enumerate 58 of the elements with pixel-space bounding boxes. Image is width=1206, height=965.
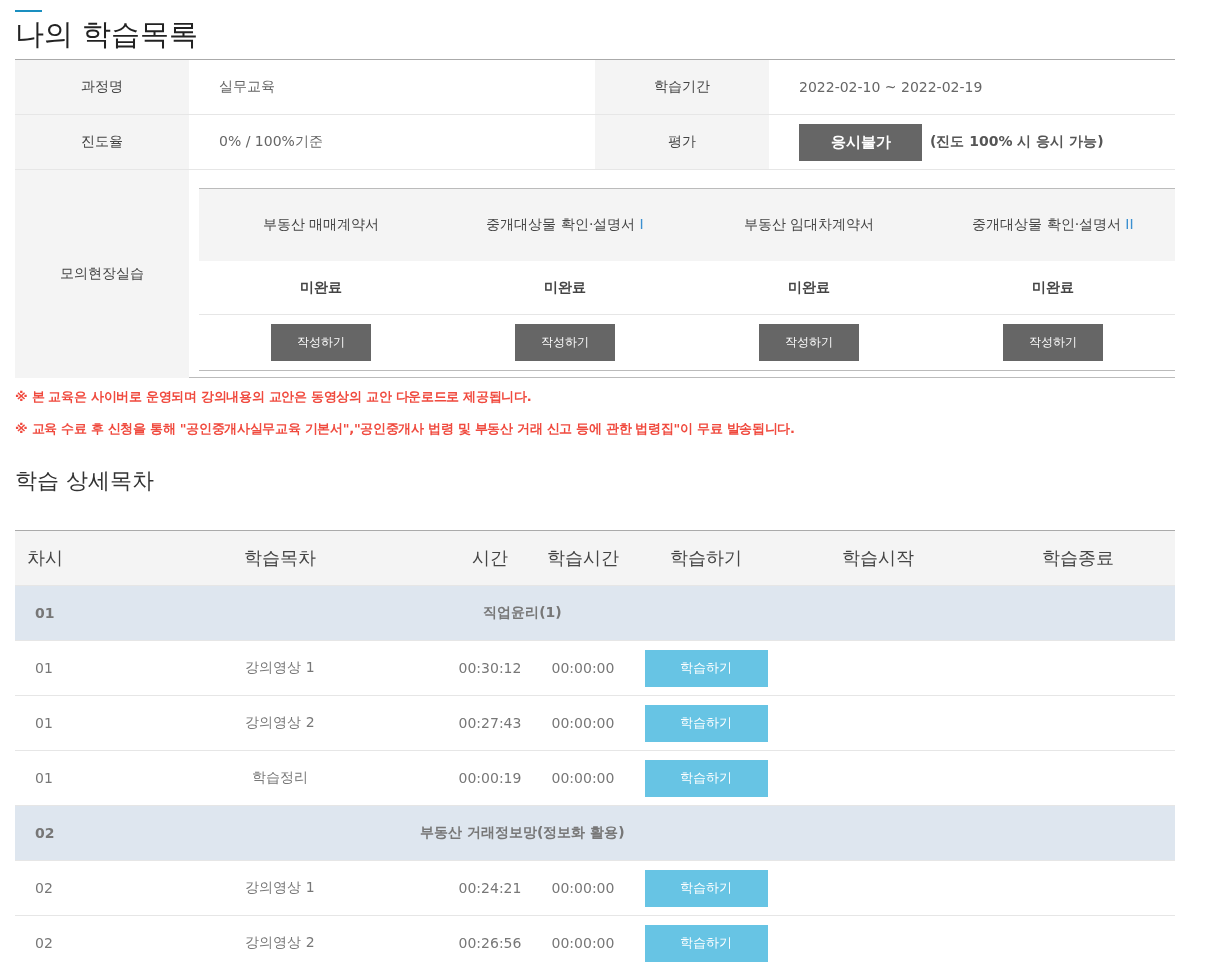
lesson-title: 강의영상 2: [245, 934, 315, 952]
info-label: 모의현장실습: [15, 170, 189, 378]
info-value: 2022-02-10 ~ 2022-02-19: [799, 79, 983, 95]
write-button[interactable]: 작성하기: [515, 324, 615, 361]
exam-note: (진도 100% 시 응시 가능): [930, 133, 1104, 151]
duration-text: 00:00:19: [458, 770, 522, 786]
column-header: 학습목차: [243, 546, 317, 570]
info-label: 학습기간: [595, 60, 769, 114]
write-button[interactable]: 작성하기: [271, 324, 371, 361]
practice-title: 중개대상물 확인·설명서 I: [486, 216, 644, 234]
status-text: 미완료: [788, 278, 830, 297]
study-time-text: 00:00:00: [551, 880, 615, 896]
info-label: 평가: [595, 115, 769, 169]
study-time-text: 00:00:00: [551, 935, 615, 951]
lesson-title: 학습정리: [252, 769, 308, 787]
duration-text: 00:26:56: [458, 935, 522, 951]
write-button[interactable]: 작성하기: [759, 324, 859, 361]
column-header: 학습시작: [841, 546, 915, 570]
duration-text: 00:27:43: [458, 715, 522, 731]
exam-unavailable-button[interactable]: 응시불가: [799, 123, 922, 161]
study-time-text: 00:00:00: [551, 660, 615, 676]
column-header: 차시: [26, 546, 64, 570]
study-time-text: 00:00:00: [551, 770, 615, 786]
session-number: 02: [35, 935, 53, 951]
column-header: 학습시간: [546, 546, 620, 570]
info-label: 진도율: [15, 115, 189, 169]
practice-title: 중개대상물 확인·설명서 II: [972, 216, 1134, 234]
session-number: 02: [35, 880, 53, 896]
practice-title: 부동산 매매계약서: [262, 216, 380, 234]
duration-text: 00:24:21: [458, 880, 522, 896]
page-title: 나의 학습목록: [15, 16, 200, 53]
chapter-title: 직업윤리(1): [483, 604, 562, 622]
session-number: 01: [35, 605, 55, 621]
column-header: 학습종료: [1040, 546, 1115, 570]
status-text: 미완료: [544, 278, 586, 297]
lesson-title: 강의영상 2: [245, 714, 315, 732]
info-label: 과정명: [15, 60, 189, 114]
status-text: 미완료: [300, 278, 342, 297]
section-title: 학습 상세목차: [15, 468, 155, 495]
write-button[interactable]: 작성하기: [1003, 324, 1103, 361]
column-header: 시간: [471, 546, 509, 570]
duration-text: 00:30:12: [458, 660, 522, 676]
status-text: 미완료: [1032, 278, 1074, 297]
chapter-title: 부동산 거래정보망(정보화 활용): [420, 824, 625, 842]
lesson-title: 강의영상 1: [245, 659, 315, 677]
practice-title: 부동산 임대차계약서: [743, 216, 875, 234]
session-number: 01: [35, 770, 53, 786]
session-number: 02: [35, 825, 55, 841]
column-header: 학습하기: [669, 546, 743, 570]
study-time-text: 00:00:00: [551, 715, 615, 731]
session-number: 01: [35, 715, 53, 731]
lesson-title: 강의영상 1: [245, 879, 315, 897]
session-number: 01: [35, 660, 53, 676]
notice-text: ※ 교육 수료 후 신청을 통해 "공인중개사실무교육 기본서","공인중개사 법령 및 부동산 거래 신고 등에 관한 법령집"이 무료 발송됩니다.: [15, 420, 796, 438]
info-value: 0% / 100%기준: [219, 133, 323, 151]
notice-text: ※ 본 교육은 사이버로 운영되며 강의내용의 교안은 동영상의 교안 다운로드로 제공됩니다.: [15, 388, 533, 406]
title-accent-line: [15, 10, 42, 12]
info-value: 실무교육: [219, 78, 275, 96]
